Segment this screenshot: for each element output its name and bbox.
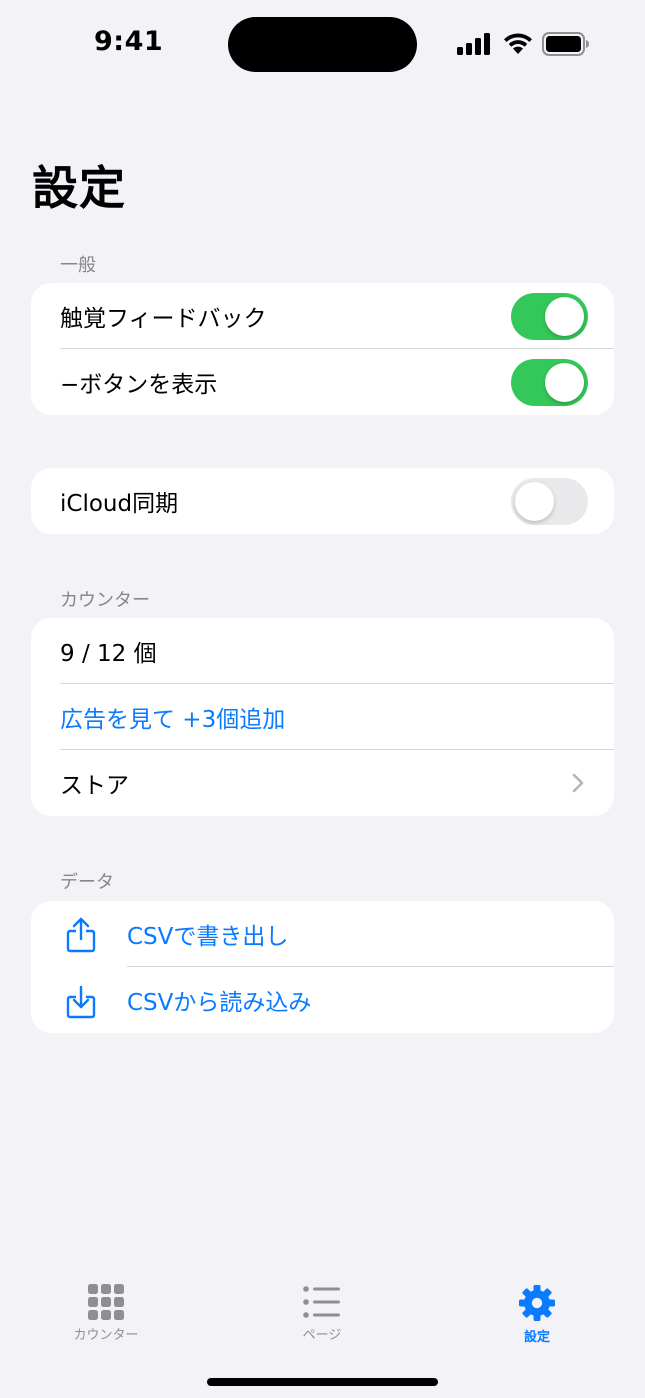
- tab-counter[interactable]: カウンター: [36, 1270, 176, 1343]
- import-csv-label: CSVから読み込み: [127, 990, 312, 1016]
- cellular-signal-icon: [457, 33, 490, 55]
- tab-pages-label: ページ: [302, 1328, 342, 1343]
- toggle-knob: [545, 363, 584, 402]
- counter-count-text: 9 / 12 個: [60, 641, 157, 667]
- general-settings-group: 触覚フィードバック −ボタンを表示: [31, 283, 614, 415]
- list-icon: [303, 1286, 340, 1318]
- sync-settings-group: iCloud同期: [31, 468, 614, 534]
- grid-icon: [88, 1284, 124, 1320]
- home-indicator: [207, 1378, 438, 1386]
- status-time: 9:41: [94, 26, 164, 57]
- status-bar: 9:41: [0, 0, 645, 90]
- download-import-icon: [66, 985, 96, 1019]
- minus-button-row: −ボタンを表示: [31, 349, 614, 415]
- section-header-counter: カウンター: [60, 590, 150, 611]
- toggle-knob: [515, 482, 554, 521]
- export-csv-label: CSVで書き出し: [127, 924, 289, 950]
- icloud-sync-toggle[interactable]: [511, 478, 588, 525]
- minus-button-toggle[interactable]: [511, 359, 588, 406]
- chevron-right-icon: [572, 773, 584, 793]
- data-settings-group: CSVで書き出し CSVから読み込み: [31, 901, 614, 1033]
- share-export-icon: [66, 917, 96, 953]
- dynamic-island: [228, 17, 417, 72]
- counter-settings-group: 9 / 12 個 広告を見て +3個追加 ストア: [31, 618, 614, 816]
- tab-counter-label: カウンター: [73, 1328, 139, 1343]
- export-csv-button[interactable]: CSVで書き出し: [31, 901, 614, 967]
- settings-screen: 9:41 設定 一般 触覚フィードバック −ボタンを表示 iCloud同期 カウ…: [0, 0, 645, 1398]
- icloud-sync-row: iCloud同期: [31, 468, 614, 534]
- import-csv-button[interactable]: CSVから読み込み: [31, 967, 614, 1033]
- tab-settings[interactable]: 設定: [467, 1270, 607, 1345]
- gear-icon: [519, 1285, 555, 1321]
- haptics-row: 触覚フィードバック: [31, 283, 614, 349]
- toggle-knob: [545, 297, 584, 336]
- counter-count-row: 9 / 12 個: [31, 618, 614, 684]
- store-label: ストア: [60, 773, 129, 799]
- battery-icon: [542, 32, 589, 56]
- tab-pages[interactable]: ページ: [252, 1270, 392, 1343]
- store-row[interactable]: ストア: [31, 750, 614, 816]
- section-header-general: 一般: [60, 255, 96, 276]
- watch-ad-button[interactable]: 広告を見て +3個追加: [31, 684, 614, 750]
- page-title: 設定: [32, 161, 126, 215]
- tab-settings-label: 設定: [523, 1330, 550, 1345]
- haptics-toggle[interactable]: [511, 293, 588, 340]
- watch-ad-label: 広告を見て +3個追加: [60, 707, 286, 733]
- section-header-data: データ: [60, 872, 114, 893]
- wifi-icon: [504, 33, 532, 54]
